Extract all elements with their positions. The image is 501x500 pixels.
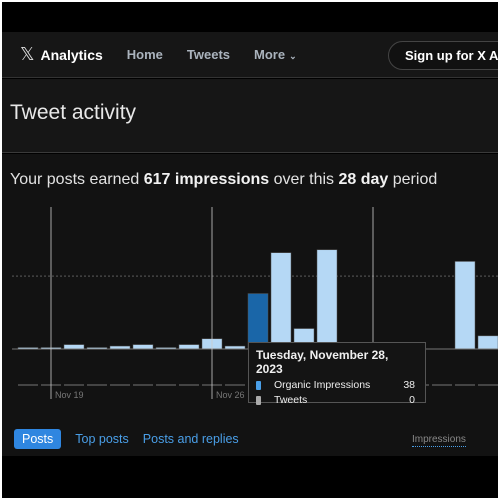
bar (270, 252, 292, 350)
page-header: Tweet activity (2, 79, 498, 153)
page-title: Tweet activity (10, 101, 137, 124)
tab-top-posts[interactable]: Top posts (75, 432, 129, 446)
nav-home[interactable]: Home (127, 47, 163, 62)
tab-posts-and-replies[interactable]: Posts and replies (143, 432, 239, 446)
bar (316, 249, 338, 350)
x-logo-icon[interactable]: 𝕏 (20, 44, 35, 65)
chart-tooltip: Tuesday, November 28, 2023 Organic Impre… (248, 342, 426, 406)
tab-posts[interactable]: Posts (14, 429, 62, 449)
tooltip-value: 38 (403, 379, 415, 391)
top-bar (2, 2, 498, 32)
navbar: 𝕏 Analytics Home Tweets More ⌄ Sign up fo… (2, 32, 498, 78)
x-tick-label: Nov 19 (55, 390, 84, 400)
bar (178, 344, 200, 350)
window: 𝕏 Analytics Home Tweets More ⌄ Sign up fo… (2, 2, 498, 498)
main-panel: Your posts earned 617 impressions over t… (2, 154, 498, 456)
tweets-swatch-icon (256, 395, 261, 405)
nav-tweets[interactable]: Tweets (187, 47, 230, 62)
nav-more[interactable]: More ⌄ (254, 47, 297, 62)
bar (454, 261, 476, 350)
bar (477, 335, 498, 350)
tooltip-label: Tweets (274, 394, 308, 406)
nav-more-label: More (254, 47, 286, 62)
tab-impressions[interactable]: Impressions (412, 434, 466, 447)
x-tick-label: Nov 26 (216, 390, 245, 400)
post-tabs: Posts Top posts Posts and replies (14, 429, 253, 449)
bar (247, 293, 269, 350)
tooltip-value: 0 (409, 394, 415, 406)
brand[interactable]: Analytics (41, 47, 103, 63)
bottom-bar (2, 456, 498, 498)
chevron-down-icon: ⌄ (289, 51, 297, 61)
tooltip-row-organic: Organic Impressions 38 (256, 379, 418, 391)
bar (132, 344, 154, 350)
tooltip-label: Organic Impressions (274, 379, 371, 391)
sign-up-ads-button[interactable]: Sign up for X Ads (388, 41, 498, 70)
organic-swatch-icon (256, 380, 261, 390)
bar (63, 344, 85, 350)
tooltip-date: Tuesday, November 28, 2023 (256, 348, 389, 376)
tooltip-row-tweets: Tweets 0 (256, 394, 418, 406)
